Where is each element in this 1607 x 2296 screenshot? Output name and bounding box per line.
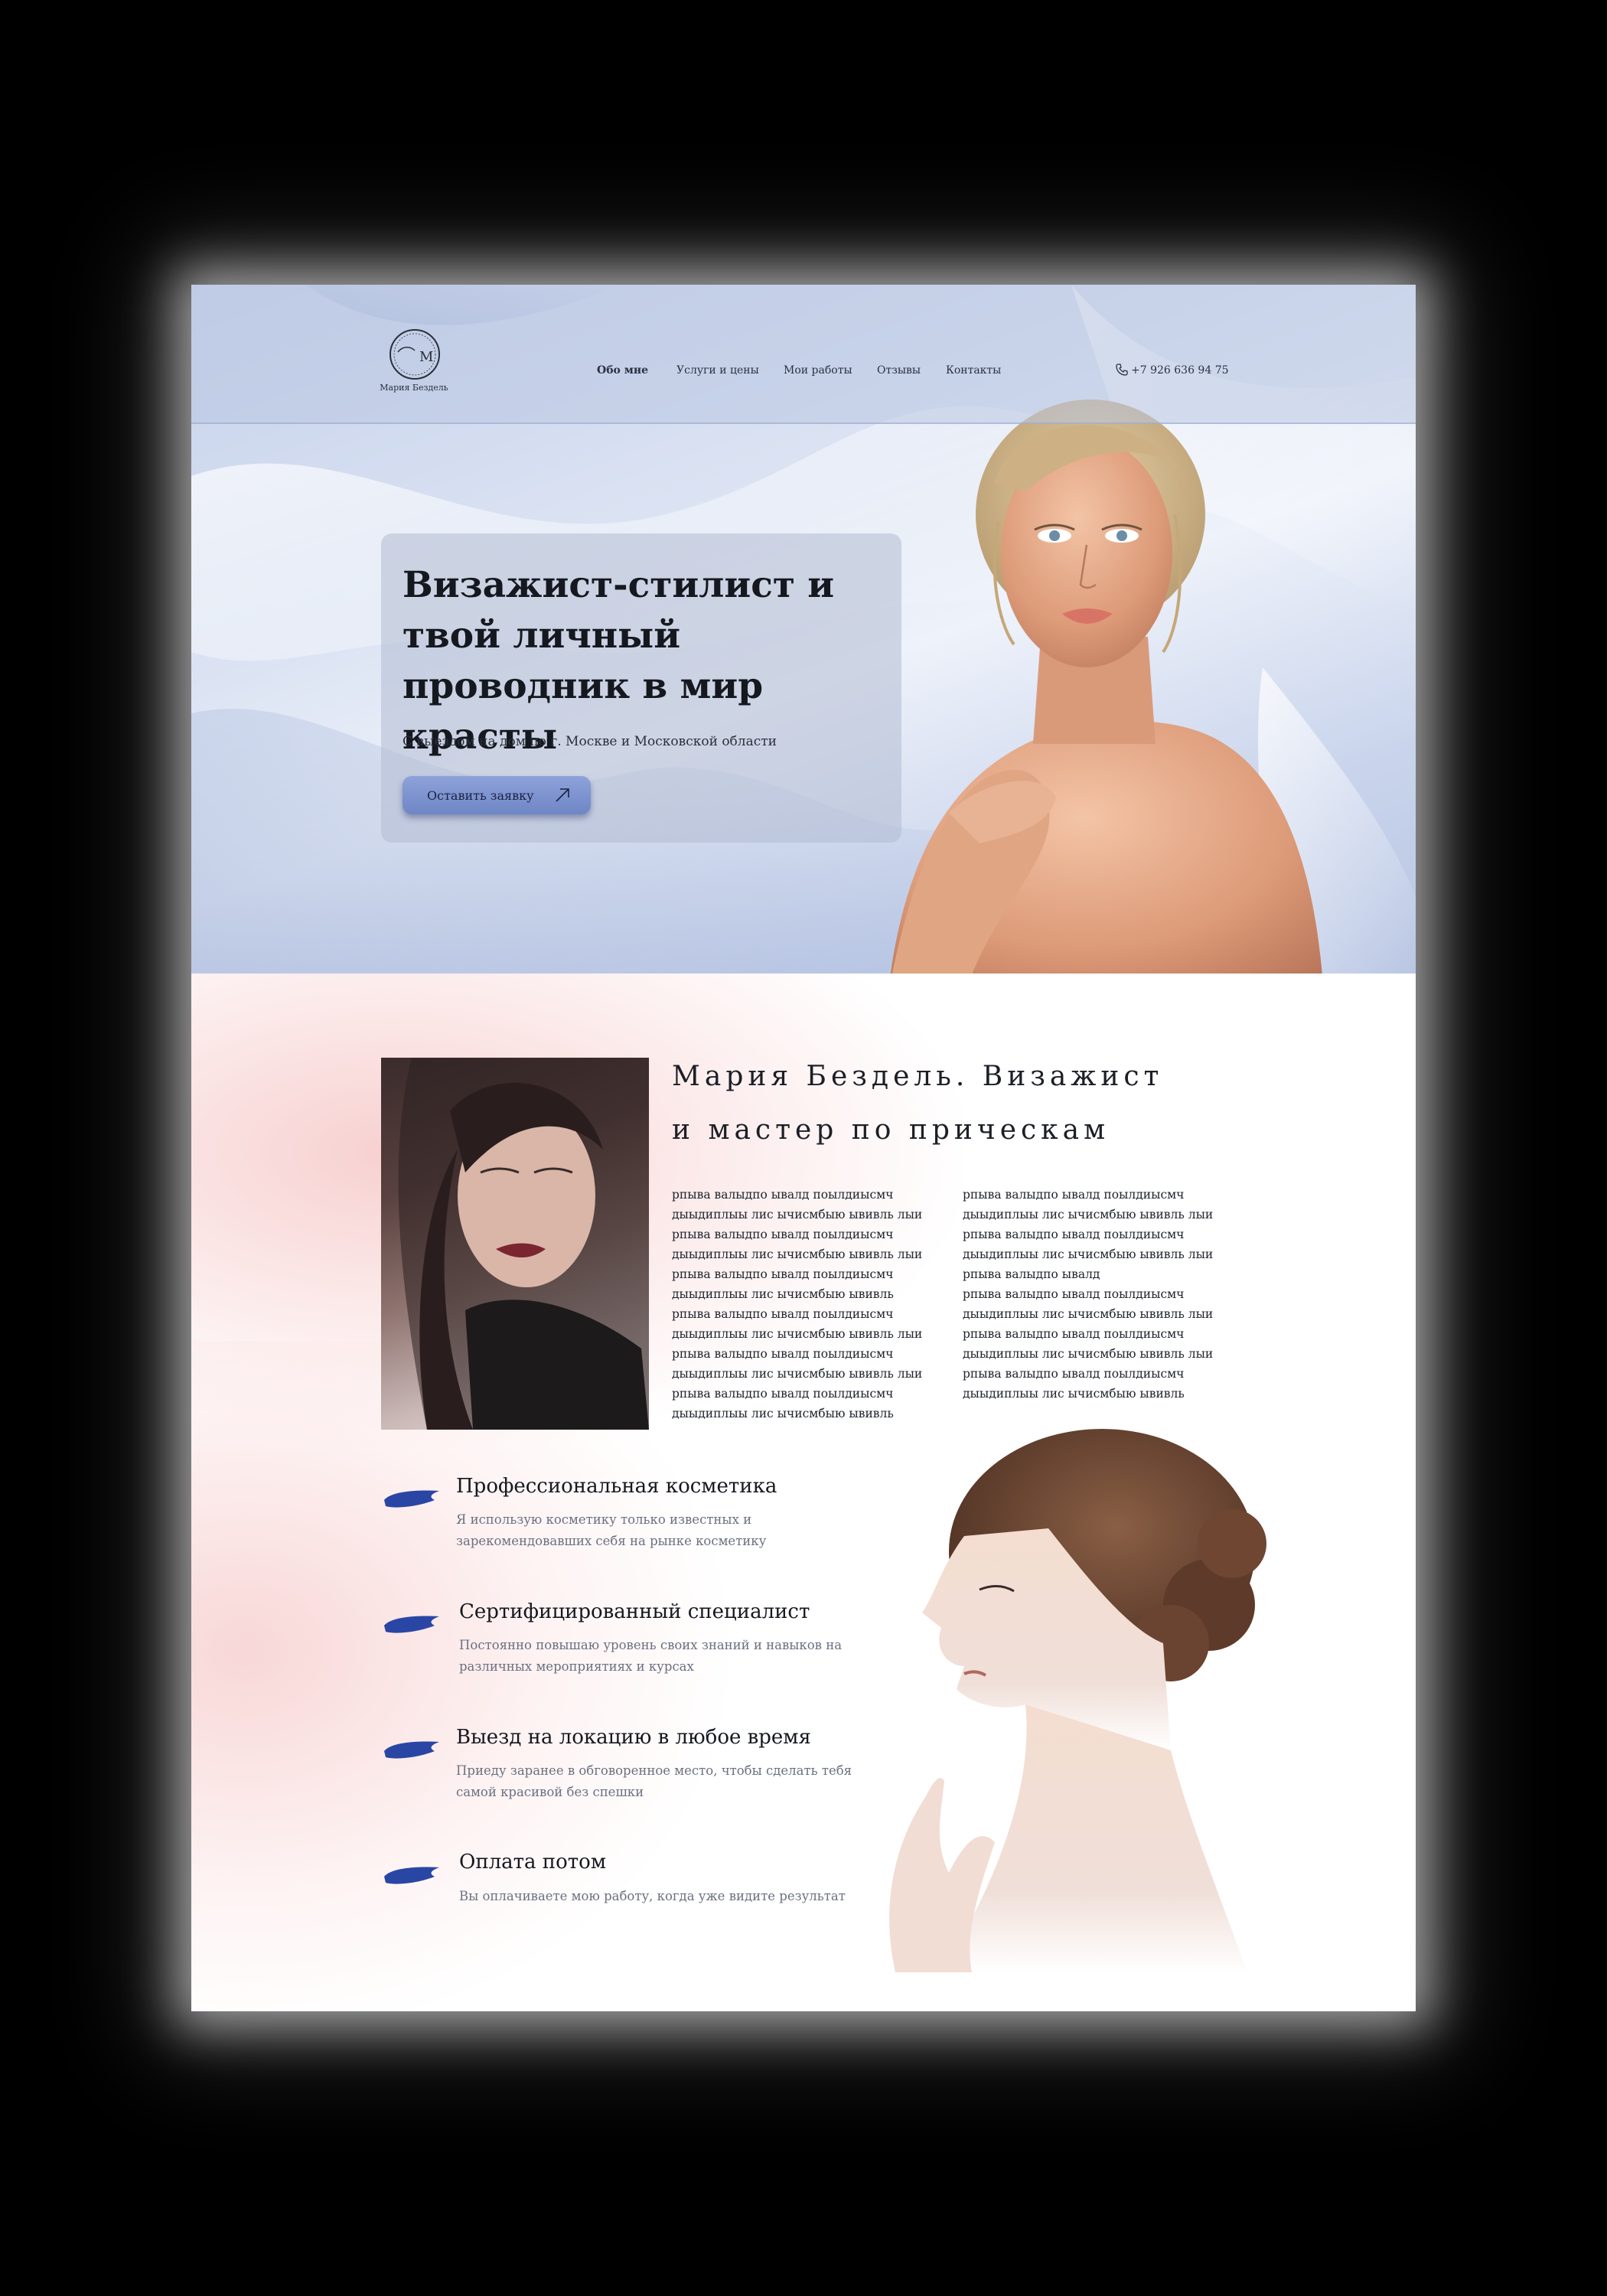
feature-description: Я использую косметику только известных и… <box>456 1512 767 1548</box>
hairstyle-model-photo <box>889 1429 1266 1972</box>
top-navigation-bar: М Мария Бездель Обо мне Услуги и цены Мо… <box>191 285 1416 424</box>
brush-stroke-icon <box>384 1741 439 1759</box>
monogram-logo-icon: М <box>390 329 440 380</box>
portrait-illustration <box>398 1058 649 1430</box>
nav-link-reviews[interactable]: Отзывы <box>877 364 921 377</box>
hero-title: Визажист-стилист и твой личный проводник… <box>403 564 835 758</box>
artist-portrait-photo <box>381 1058 649 1430</box>
brand-name: Мария Бездель <box>380 383 448 393</box>
brush-stroke-icon <box>384 1490 439 1508</box>
about-title-line1: Мария Бездель. Визажист <box>672 1061 1164 1092</box>
feature-title: Выезд на локацию в любое время <box>456 1726 811 1749</box>
about-title-line2: и мастер по прическам <box>672 1114 1110 1146</box>
about-section: Мария Бездель. Визажист и мастер по прич… <box>191 974 1416 2011</box>
feature-description: Вы оплачиваете мою работу, когда уже вид… <box>459 1889 846 1903</box>
brush-stroke-icon <box>384 1867 439 1884</box>
feature-description: Приеду заранее в обговоренное место, что… <box>456 1763 852 1799</box>
nav-link-contacts[interactable]: Контакты <box>946 364 1001 377</box>
nav-link-about[interactable]: Обо мне <box>597 364 648 377</box>
logo-monogram-letter: М <box>419 349 433 365</box>
about-title: Мария Бездель. Визажист и мастер по прич… <box>672 1050 1208 1157</box>
phone-icon <box>1116 364 1128 376</box>
about-text-column-1: рпыва валыдпо ывалд поылдиысмч дыыдиплыы… <box>672 1188 923 1420</box>
nav-link-services[interactable]: Услуги и цены <box>676 364 759 377</box>
arrow-up-right-icon <box>556 788 569 802</box>
brand-logo[interactable]: М Мария Бездель <box>380 328 448 393</box>
hero-section: М Мария Бездель Обо мне Услуги и цены Мо… <box>191 285 1416 974</box>
feature-title: Профессиональная косметика <box>456 1475 777 1498</box>
feature-description: Постоянно повышаю уровень своих знаний и… <box>459 1638 843 1674</box>
feature-title: Сертифицированный специалист <box>459 1600 810 1623</box>
hero-subtitle: С выездом на дом по г. Москве и Московск… <box>403 734 777 749</box>
feature-title: Оплата потом <box>459 1851 607 1874</box>
hero-model-photo <box>890 400 1322 974</box>
brush-stroke-icon <box>384 1616 439 1633</box>
phone-link[interactable]: +7 926 636 94 75 <box>1116 364 1229 377</box>
request-button[interactable]: Оставить заявку <box>403 776 591 814</box>
request-button-label: Оставить заявку <box>427 788 534 803</box>
phone-number: +7 926 636 94 75 <box>1131 364 1229 377</box>
nav-link-works[interactable]: Мои работы <box>784 364 852 377</box>
page-mockup: М Мария Бездель Обо мне Услуги и цены Мо… <box>191 285 1416 2011</box>
about-text-column-2: рпыва валыдпо ывалд поылдиысмч дыыдиплыы… <box>963 1188 1214 1401</box>
